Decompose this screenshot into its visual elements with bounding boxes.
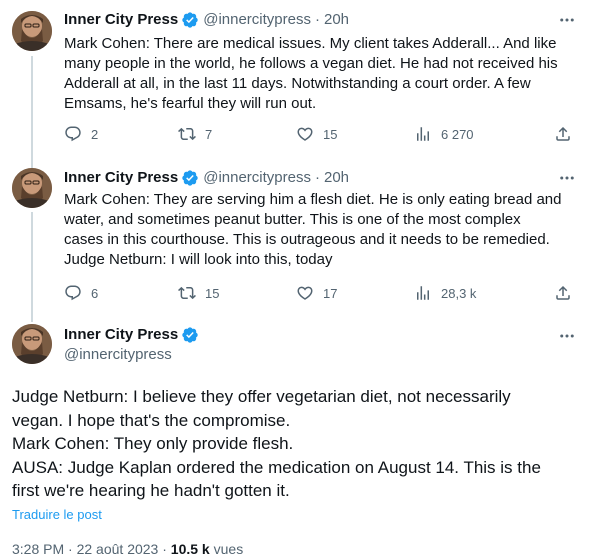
tweet-text-line: Adderall at all, in the last 11 days. No…	[64, 75, 531, 92]
tweet-text-line: Judge Netburn: I believe they offer vege…	[12, 387, 511, 406]
thread-line	[31, 320, 33, 322]
verified-badge-icon[interactable]	[181, 326, 199, 344]
handle[interactable]: @innercitypress	[64, 345, 203, 365]
timestamp[interactable]: 20h	[324, 168, 349, 188]
views-count: 10.5 k	[170, 541, 210, 554]
tweet-text-line: water, and sometimes peanut butter. This…	[64, 211, 521, 228]
reply-button[interactable]: 6	[64, 283, 98, 303]
avatar-photo	[12, 168, 52, 208]
handle[interactable]: @innercitypress	[203, 168, 311, 188]
reply-count: 6	[91, 285, 99, 301]
reply-icon	[65, 285, 81, 301]
repost-icon	[178, 127, 196, 141]
thread-line	[31, 56, 33, 160]
thread-line	[31, 160, 33, 168]
like-button[interactable]: 15	[296, 124, 337, 144]
display-name[interactable]: Inner City Press	[64, 10, 178, 30]
thread-line	[31, 212, 33, 320]
translate-post-link[interactable]: Traduire le post	[12, 507, 102, 523]
avatar-photo	[12, 324, 52, 364]
main-tweet-text: Judge Netburn: I believe they offer vege…	[12, 385, 582, 503]
share-button[interactable]	[554, 124, 581, 144]
repost-button[interactable]: 15	[178, 283, 219, 303]
repost-count: 7	[205, 126, 213, 142]
like-count: 15	[323, 126, 338, 142]
tweet-text-line: many people in the world, he follows a v…	[64, 55, 558, 72]
repost-icon	[178, 286, 196, 300]
avatar[interactable]	[12, 168, 52, 208]
tweet-text-line: Mark Cohen: They only provide flesh.	[12, 434, 294, 453]
share-icon	[556, 126, 570, 141]
tweet-text-line: cases in this courthouse. This is outrag…	[64, 231, 550, 248]
verified-badge-icon[interactable]	[181, 169, 199, 187]
tweet-text: Mark Cohen: They are serving him a flesh…	[64, 190, 579, 270]
separator-dot: ·	[162, 541, 167, 554]
main-tweet-header: Inner City Press @innercitypress	[64, 325, 203, 365]
tweet-text-line: Mark Cohen: There are medical issues. My…	[64, 35, 557, 52]
views-count: 28,3 k	[441, 285, 477, 301]
views-icon	[417, 286, 429, 300]
tweet-2[interactable]: Inner City Press @innercitypress · 20h M…	[0, 160, 589, 320]
reply-count: 2	[91, 126, 99, 142]
reply-icon	[65, 126, 81, 142]
tweet-text-line: first we're hearing he hadn't gotten it.	[12, 481, 290, 500]
like-icon	[297, 127, 313, 141]
verified-badge-icon[interactable]	[181, 11, 199, 29]
more-button[interactable]	[557, 168, 577, 188]
timestamp[interactable]: 20h	[324, 10, 349, 30]
tweet-header: Inner City Press @innercitypress · 20h	[64, 168, 349, 188]
views-label: vues	[213, 541, 244, 554]
action-bar: 6 15 17 28,3 k	[62, 283, 582, 303]
views-count: 6 270	[441, 126, 474, 142]
more-icon	[560, 176, 574, 180]
post-date[interactable]: 22 août 2023	[77, 541, 159, 554]
avatar[interactable]	[12, 11, 52, 51]
repost-count: 15	[205, 285, 220, 301]
share-button[interactable]	[554, 283, 581, 303]
views-button[interactable]: 6 270	[414, 124, 474, 144]
tweet-text-line: Mark Cohen: They are serving him a flesh…	[64, 191, 562, 208]
tweet-text-line: AUSA: Judge Kaplan ordered the medicatio…	[12, 457, 541, 477]
separator-dot: ·	[68, 541, 73, 554]
more-button[interactable]	[557, 326, 577, 346]
post-time[interactable]: 3:28 PM	[12, 541, 64, 554]
tweet-text-line: vegan. I hope that's the compromise.	[12, 410, 291, 430]
post-metadata: 3:28 PM · 22 août 2023 · 10.5 k vues	[12, 540, 243, 554]
share-icon	[556, 285, 570, 300]
like-button[interactable]: 17	[296, 283, 337, 303]
tweet-1[interactable]: Inner City Press @innercitypress · 20h M…	[0, 0, 589, 160]
handle[interactable]: @innercitypress	[203, 10, 311, 30]
avatar[interactable]	[12, 324, 52, 364]
tweet-text: Mark Cohen: There are medical issues. My…	[64, 34, 579, 114]
views-icon	[417, 127, 429, 141]
views-button[interactable]: 28,3 k	[414, 283, 476, 303]
action-bar: 2 7 15 6 270	[62, 124, 582, 144]
separator-dot: ·	[314, 169, 320, 186]
like-icon	[297, 286, 313, 300]
display-name[interactable]: Inner City Press	[64, 168, 178, 188]
tweet-header: Inner City Press @innercitypress · 20h	[64, 10, 349, 30]
display-name[interactable]: Inner City Press	[64, 325, 178, 345]
repost-button[interactable]: 7	[178, 124, 212, 144]
tweet-text-line: Emsams, he's fearful they will run out.	[64, 95, 317, 112]
reply-button[interactable]: 2	[64, 124, 98, 144]
more-icon	[560, 18, 574, 22]
separator-dot: ·	[314, 11, 320, 28]
tweet-text-line: Judge Netburn: I will look into this, to…	[64, 251, 333, 268]
more-icon	[560, 334, 574, 338]
avatar-photo	[12, 11, 52, 51]
more-button[interactable]	[557, 10, 577, 30]
like-count: 17	[323, 285, 338, 301]
